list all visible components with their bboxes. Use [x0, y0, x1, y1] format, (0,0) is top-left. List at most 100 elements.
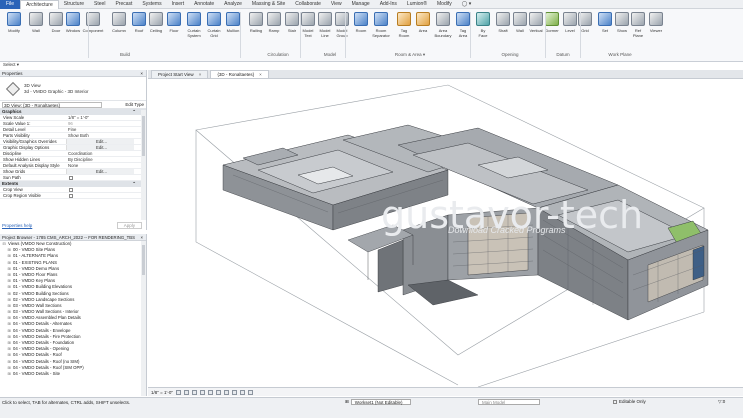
- selection-filter-count[interactable]: ▽:0: [718, 399, 725, 405]
- tool-label: Floor: [169, 28, 179, 33]
- shadows-icon[interactable]: [199, 389, 205, 395]
- property-value[interactable]: [66, 175, 146, 180]
- visual-style-icon[interactable]: [183, 389, 189, 395]
- properties-help-link[interactable]: Properties help: [2, 223, 32, 228]
- tab-annotate[interactable]: Annotate: [189, 0, 219, 9]
- tab-insert[interactable]: Insert: [167, 0, 190, 9]
- type-detail: 3d - VMDO Graphic - 3D Interior: [24, 88, 89, 94]
- tool-room-separator-button[interactable]: Room Separator: [370, 12, 392, 46]
- property-checkbox[interactable]: [69, 188, 73, 192]
- tab-collaborate[interactable]: Collaborate: [290, 0, 326, 9]
- close-icon[interactable]: ×: [199, 72, 202, 77]
- tool-modify-button[interactable]: Modify: [3, 12, 25, 46]
- tab-file[interactable]: File: [0, 0, 21, 9]
- property-name: Visibility/Graphics Overrides: [3, 139, 57, 144]
- show-crop-icon[interactable]: [223, 389, 229, 395]
- group-datum-label: Datum: [556, 52, 570, 57]
- tab-analyze[interactable]: Analyze: [219, 0, 247, 9]
- set-icon: [598, 12, 612, 26]
- browser-item[interactable]: ⊞ 04 - VMDO Details - Site: [0, 371, 146, 377]
- expand-icon[interactable]: ⊞: [7, 371, 11, 377]
- workset-dropdown[interactable]: Workset1 (Not Editable): [350, 399, 411, 405]
- property-checkbox[interactable]: [69, 176, 73, 180]
- render-icon[interactable]: [207, 389, 213, 395]
- property-value[interactable]: Fine: [66, 127, 146, 132]
- drawing-canvas[interactable]: gustavor-tech Download Cracked Programs: [148, 80, 743, 387]
- curtain-system-icon: [187, 12, 201, 26]
- apply-button[interactable]: Apply: [116, 222, 142, 229]
- tab-manage[interactable]: Manage: [347, 0, 375, 9]
- tab-systems[interactable]: Systems: [137, 0, 166, 9]
- railing-icon: [249, 12, 263, 26]
- tab-steel[interactable]: Steel: [89, 0, 110, 9]
- workset-icon: ⊞: [345, 399, 349, 404]
- lock-view-icon[interactable]: [231, 389, 237, 395]
- tab-massing-site[interactable]: Massing & Site: [247, 0, 290, 9]
- browser-scrollbar[interactable]: [141, 241, 146, 396]
- tool-window-button[interactable]: Window: [62, 12, 84, 46]
- crop-view-icon[interactable]: [215, 389, 221, 395]
- ramp-icon: [267, 12, 281, 26]
- tool-room-button[interactable]: Room: [350, 12, 372, 46]
- tool-label: Column: [112, 28, 126, 33]
- temp-hide-icon[interactable]: [239, 389, 245, 395]
- edit-type-button[interactable]: Edit Type: [125, 101, 144, 108]
- tab-modify[interactable]: Modify: [432, 0, 457, 9]
- tool-by-face-button[interactable]: By Face: [472, 12, 494, 46]
- view-instance-dropdown[interactable]: 3D View: {3D - Ronaltaetes}: [2, 102, 102, 108]
- property-value[interactable]: 1/8" = 1'-0": [66, 115, 146, 120]
- reveal-hidden-icon[interactable]: [247, 389, 253, 395]
- tool-area-boundary-button[interactable]: Area Boundary: [432, 12, 454, 46]
- edit-button[interactable]: Edit...: [66, 169, 134, 174]
- tool-floor-button[interactable]: Floor: [163, 12, 185, 46]
- close-icon[interactable]: ×: [140, 70, 143, 76]
- type-selector[interactable]: 3D View 3d - VMDO Graphic - 3D Interior: [0, 77, 146, 101]
- tool-curtain-system-button[interactable]: Curtain System: [183, 12, 205, 46]
- group-room-area-label[interactable]: Room & Area ▾: [370, 52, 450, 58]
- tool-viewer-button[interactable]: Viewer: [645, 12, 667, 46]
- tab-[interactable]: ◯ ▾: [457, 0, 477, 9]
- property-checkbox[interactable]: [69, 194, 73, 198]
- property-value[interactable]: [66, 193, 146, 198]
- workset-control[interactable]: ⊞ Workset1 (Not Editable): [345, 399, 411, 405]
- property-value[interactable]: Show Both: [66, 133, 146, 138]
- collapse-icon[interactable]: ⊟: [2, 241, 6, 247]
- editable-only-toggle[interactable]: Editable Only: [612, 399, 646, 404]
- tool-label: Ref Plane: [632, 28, 644, 38]
- tool-component-button[interactable]: Component: [82, 12, 104, 46]
- properties-scrollbar[interactable]: [141, 110, 146, 220]
- tool-label: Grid: [581, 28, 589, 33]
- tool-column-button[interactable]: Column: [108, 12, 130, 46]
- property-value[interactable]: Coordination: [66, 151, 146, 156]
- tool-grid-button[interactable]: Grid: [574, 12, 596, 46]
- property-name: Detail Level: [3, 127, 26, 132]
- editable-only-checkbox[interactable]: [613, 400, 617, 404]
- tool-wall-button[interactable]: Wall: [25, 12, 47, 46]
- edit-button[interactable]: Edit...: [66, 139, 134, 144]
- view-scale-selector[interactable]: 1/8" = 1'-0": [151, 390, 173, 395]
- close-icon[interactable]: ×: [140, 234, 143, 240]
- tool-label: Area Boundary: [434, 28, 452, 38]
- property-value[interactable]: [66, 187, 146, 192]
- tab-architecture[interactable]: Architecture: [20, 0, 59, 9]
- sun-path-icon[interactable]: [191, 389, 197, 395]
- tab-view[interactable]: View: [326, 0, 347, 9]
- detail-level-icon[interactable]: [175, 389, 181, 395]
- tab-precast[interactable]: Precast: [110, 0, 137, 9]
- property-value[interactable]: None: [66, 163, 146, 168]
- tool-label: Ceiling: [149, 28, 163, 33]
- tab-lumion[interactable]: Lumion®: [402, 0, 432, 9]
- model-text-icon: [301, 12, 315, 26]
- view-tab-label: Project Start View: [158, 72, 194, 77]
- property-value[interactable]: By Discipline: [66, 157, 146, 162]
- select-dropdown[interactable]: Select ▾: [3, 62, 19, 68]
- tab-add-ins[interactable]: Add-Ins: [375, 0, 402, 9]
- edit-button[interactable]: Edit...: [66, 145, 134, 150]
- tool-area-button[interactable]: Area: [412, 12, 434, 46]
- close-icon[interactable]: ×: [259, 72, 262, 77]
- design-option-dropdown[interactable]: Main Model: [478, 399, 540, 405]
- view-tab[interactable]: {3D - Ronaltaetes} ×: [210, 70, 269, 78]
- tab-structure[interactable]: Structure: [59, 0, 89, 9]
- view-tab[interactable]: Project Start View ×: [151, 70, 209, 78]
- ribbon-separator: [88, 12, 89, 58]
